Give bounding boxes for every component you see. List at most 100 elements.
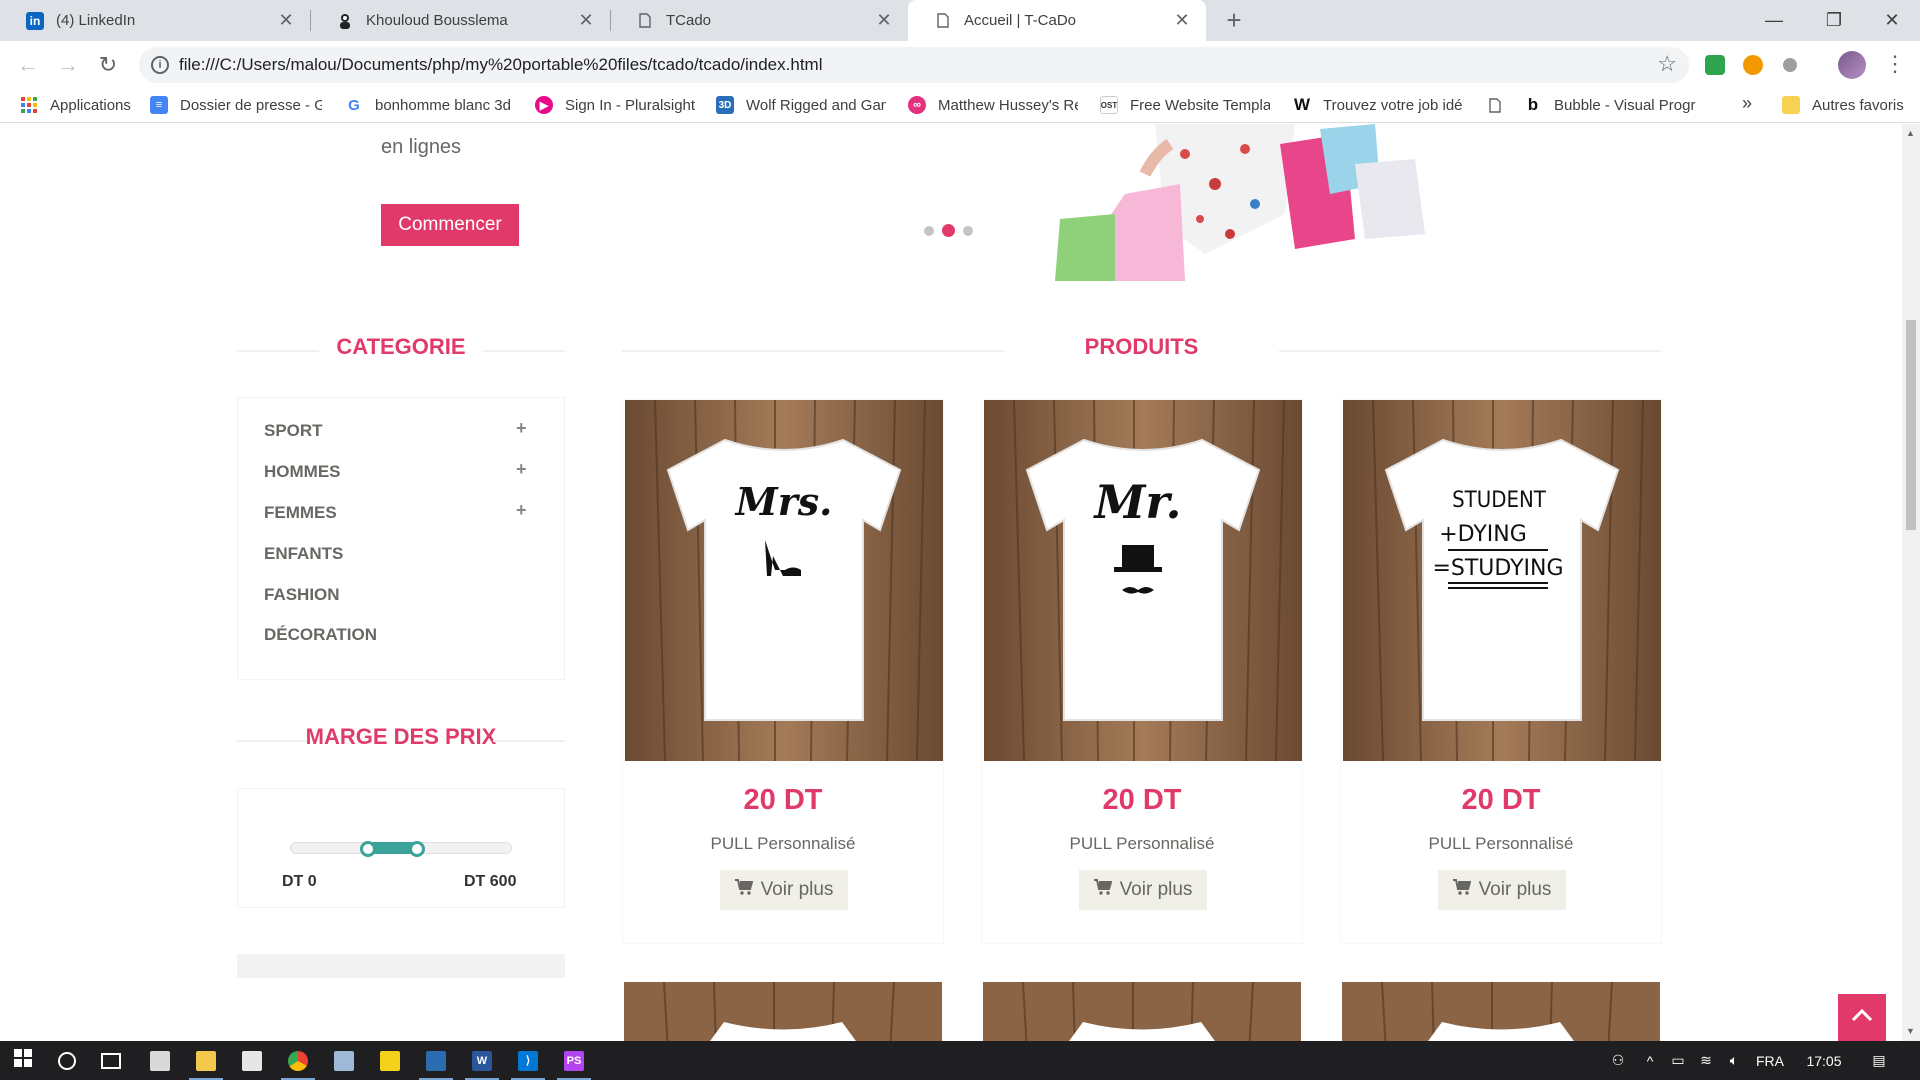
product-image-student[interactable]: STUDENT +DYING =STUDYING (1343, 400, 1661, 761)
start-button[interactable] (0, 1041, 46, 1080)
taskbar-phpstorm[interactable]: PS (551, 1041, 597, 1080)
browser-toolbar: ← → ↻ i file:///C:/Users/malou/Documents… (0, 41, 1920, 87)
carousel-dot[interactable] (963, 225, 973, 236)
extension-icon[interactable] (1783, 58, 1797, 72)
category-sport[interactable]: SPORT (264, 421, 323, 441)
new-tab-button[interactable]: + (1220, 6, 1248, 34)
reload-button[interactable]: ↻ (94, 51, 122, 79)
carousel-dot-active[interactable] (942, 224, 955, 237)
back-button[interactable]: ← (14, 51, 42, 79)
product-card: Mrs. 20 DT PULL Personnalisé Voir plus (622, 399, 944, 944)
product-image-partial[interactable] (983, 981, 1305, 1041)
tab-title: (4) LinkedIn (56, 12, 136, 29)
taskbar-app[interactable] (367, 1041, 413, 1080)
notifications-icon[interactable]: ▤ (1856, 1052, 1902, 1069)
taskbar-store[interactable] (229, 1041, 275, 1080)
scroll-up-arrow-icon[interactable]: ▲ (1906, 128, 1915, 138)
task-view-button[interactable] (88, 1041, 134, 1080)
product-name: PULL Personnalisé (1428, 834, 1574, 853)
bookmark-item[interactable]: 3D Wolf Rigged and Gan (716, 87, 886, 123)
category-decoration[interactable]: DÉCORATION (264, 625, 377, 645)
menu-icon[interactable]: ⋮ (1884, 51, 1906, 77)
bookmark-item[interactable]: G bonhomme blanc 3d (345, 87, 513, 123)
category-hommes[interactable]: HOMMES (264, 462, 341, 482)
bookmark-label: Autres favoris (1812, 96, 1904, 114)
product-image-mrs[interactable]: Mrs. (625, 400, 943, 761)
view-more-button[interactable]: Voir plus (1438, 870, 1566, 910)
bookmark-item[interactable]: OST Free Website Templat (1100, 87, 1270, 123)
taskbar-app[interactable] (321, 1041, 367, 1080)
category-enfants[interactable]: ENFANTS (264, 544, 343, 564)
info-icon[interactable]: i (151, 56, 169, 74)
hero-shopping-image (1055, 124, 1605, 281)
taskbar-explorer[interactable] (183, 1041, 229, 1080)
w-icon: W (1293, 95, 1311, 114)
avatar[interactable] (1838, 51, 1866, 79)
product-image-partial[interactable] (1342, 981, 1664, 1041)
vscode-icon: ⟩ (518, 1050, 538, 1071)
bookmark-label: bonhomme blanc 3d (375, 96, 511, 114)
taskbar-vscode[interactable]: ⟩ (505, 1041, 551, 1080)
close-window-button[interactable]: ✕ (1862, 0, 1920, 41)
minimize-button[interactable]: — (1744, 0, 1804, 41)
close-icon[interactable]: ✕ (1172, 10, 1192, 31)
category-fashion[interactable]: FASHION (264, 585, 340, 605)
plus-icon[interactable]: + (516, 418, 527, 439)
page-scrollbar[interactable]: ▲ ▼ (1902, 124, 1920, 1041)
star-icon[interactable]: ☆ (1657, 51, 1677, 77)
tab-linkedin[interactable]: in (4) LinkedIn ✕ (0, 0, 310, 41)
tab-accueil-active[interactable]: Accueil | T-CaDo ✕ (908, 0, 1206, 41)
folder-icon (1782, 96, 1800, 114)
search-button[interactable] (44, 1041, 90, 1080)
close-icon[interactable]: ✕ (576, 10, 596, 31)
bookmark-item[interactable] (1486, 87, 1510, 123)
bookmark-item[interactable]: b Bubble - Visual Progr (1524, 87, 1696, 123)
forward-button[interactable]: → (54, 51, 82, 79)
bookmark-applications[interactable]: Applications (20, 87, 140, 123)
price-slider-min-handle[interactable] (359, 841, 376, 857)
view-more-label: Voir plus (1478, 879, 1552, 900)
people-icon[interactable]: ⚇ (1600, 1052, 1636, 1069)
taskbar-app[interactable] (413, 1041, 459, 1080)
restore-button[interactable]: ❐ (1804, 0, 1864, 41)
scrollbar-thumb[interactable] (1906, 320, 1916, 530)
plus-icon[interactable]: + (516, 459, 527, 480)
product-image-partial[interactable] (624, 981, 946, 1041)
category-title: CATEGORIE (336, 334, 466, 359)
plus-icon[interactable]: + (516, 500, 527, 521)
product-image-mr[interactable]: Mr. (984, 400, 1302, 761)
other-bookmarks-folder[interactable]: Autres favoris (1782, 87, 1912, 123)
wifi-icon[interactable]: ≋ (1692, 1052, 1720, 1069)
tab-khouloud[interactable]: Khouloud Bousslema ✕ (310, 0, 610, 41)
key-icon[interactable] (1743, 55, 1763, 75)
bookmark-item[interactable]: ∞ Matthew Hussey's Re (908, 87, 1078, 123)
view-more-button[interactable]: Voir plus (720, 870, 848, 910)
taskbar-word[interactable]: W (459, 1041, 505, 1080)
tab-tcado[interactable]: TCado ✕ (610, 0, 908, 41)
language-indicator[interactable]: FRA (1748, 1053, 1792, 1069)
taskbar-chrome[interactable] (275, 1041, 321, 1080)
category-femmes[interactable]: FEMMES (264, 503, 337, 523)
close-icon[interactable]: ✕ (874, 10, 894, 31)
bookmark-item[interactable]: ▶ Sign In - Pluralsight (535, 87, 707, 123)
carousel-dot[interactable] (924, 225, 934, 236)
url-text[interactable]: file:///C:/Users/malou/Documents/php/my%… (179, 47, 822, 83)
bookmark-item[interactable]: W Trouvez votre job idé (1293, 87, 1463, 123)
start-button[interactable]: Commencer (381, 204, 519, 246)
bookmarks-overflow-button[interactable]: » (1742, 93, 1752, 114)
price-slider-max-handle[interactable] (408, 841, 425, 857)
chevron-up-icon[interactable]: ^ (1636, 1053, 1664, 1069)
address-bar[interactable]: i file:///C:/Users/malou/Documents/php/m… (139, 47, 1689, 83)
bubble-icon: b (1527, 95, 1539, 114)
taskbar-mail[interactable] (137, 1041, 183, 1080)
scroll-to-top-button[interactable] (1838, 994, 1886, 1041)
scroll-down-arrow-icon[interactable]: ▼ (1906, 1026, 1915, 1036)
view-more-button[interactable]: Voir plus (1079, 870, 1207, 910)
battery-icon[interactable]: ▭ (1664, 1052, 1692, 1069)
clock[interactable]: 17:05 (1792, 1053, 1856, 1069)
linkedin-icon: in (26, 11, 44, 30)
close-icon[interactable]: ✕ (276, 10, 296, 31)
bookmark-item[interactable]: ≡ Dossier de presse - G (150, 87, 322, 123)
volume-icon[interactable]: 🔈︎ (1720, 1052, 1748, 1069)
extension-icon[interactable] (1705, 55, 1725, 75)
